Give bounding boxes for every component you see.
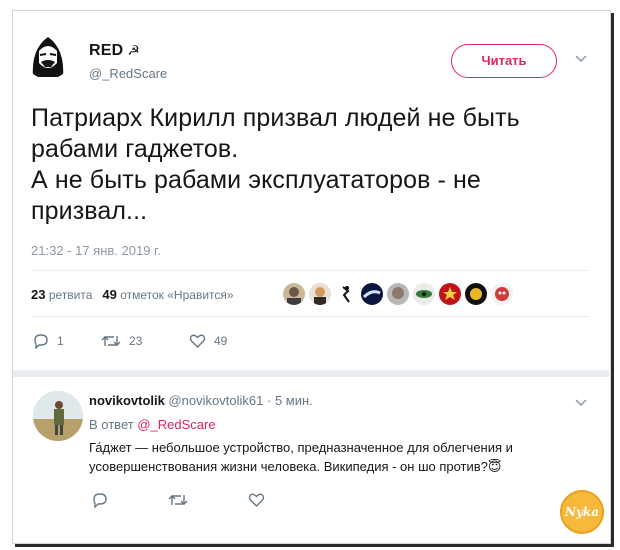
- chevron-down-icon[interactable]: [575, 398, 587, 408]
- author-avatar[interactable]: [23, 29, 73, 79]
- reply-icon: [34, 334, 48, 349]
- reply-count: 1: [57, 334, 64, 348]
- divider: [31, 316, 589, 317]
- reply-author-name[interactable]: novikovtolik: [89, 393, 165, 408]
- liker-avatar[interactable]: [439, 283, 461, 305]
- reply-text-body: Га́джет — небольшое устройство, предназн…: [89, 440, 513, 474]
- liker-avatar[interactable]: [335, 283, 357, 305]
- liker-avatar[interactable]: [491, 283, 513, 305]
- reply-actions: [92, 492, 265, 508]
- liker-avatar[interactable]: [387, 283, 409, 305]
- tweet-actions: 1 23 49: [33, 333, 227, 349]
- follow-button[interactable]: Читать: [451, 44, 557, 78]
- reply-time[interactable]: 5 мин.: [275, 393, 313, 408]
- reply-author-avatar[interactable]: [33, 391, 83, 441]
- likes-label[interactable]: отметок «Нравится»: [120, 288, 233, 302]
- liker-avatar[interactable]: [361, 283, 383, 305]
- reply-author-handle[interactable]: @novikovtolik61: [168, 393, 263, 408]
- smiling-halo-emoji-icon: 😇: [487, 459, 502, 474]
- in-reply-link[interactable]: @_RedScare: [137, 417, 215, 432]
- reply-action[interactable]: 1: [33, 333, 101, 349]
- author-name[interactable]: RED ☭: [89, 42, 140, 60]
- liker-avatar[interactable]: [283, 283, 305, 305]
- retweet-action[interactable]: 23: [101, 333, 189, 349]
- in-reply-to: В ответ @_RedScare: [89, 417, 216, 432]
- liker-avatar[interactable]: [465, 283, 487, 305]
- divider: [31, 270, 589, 271]
- tweet-timestamp[interactable]: 21:32 - 17 янв. 2019 г.: [31, 243, 161, 258]
- watermark-logo: Nyka: [560, 490, 604, 534]
- tweet-stats: 23 ретвита 49 отметок «Нравится»: [31, 287, 234, 302]
- like-action[interactable]: 49: [189, 333, 227, 349]
- liker-avatar[interactable]: [309, 283, 331, 305]
- like-count: 49: [214, 334, 228, 348]
- reply-icon[interactable]: [92, 492, 108, 508]
- retweet-count: 23: [129, 334, 143, 348]
- hammer-sickle-icon: ☭: [127, 42, 141, 58]
- reply-text: Га́джет — небольшое устройство, предназн…: [89, 438, 559, 476]
- tweet-text-line: А не быть рабами эксплуататоров - не при…: [31, 166, 481, 225]
- heart-icon[interactable]: [248, 492, 265, 508]
- heart-icon: [189, 334, 206, 348]
- likes-count[interactable]: 49: [102, 287, 116, 302]
- chevron-down-icon[interactable]: [575, 54, 587, 64]
- tweet-text-line: Патриарх Кирилл призвал людей не быть ра…: [31, 104, 520, 163]
- author-display-name[interactable]: RED: [89, 42, 123, 59]
- section-divider: [13, 370, 609, 377]
- retweet-icon[interactable]: [168, 492, 188, 508]
- tweet-text: Патриарх Кирилл призвал людей не быть ра…: [31, 103, 591, 227]
- author-handle[interactable]: @_RedScare: [89, 66, 167, 81]
- retweet-icon: [101, 336, 121, 346]
- in-reply-prefix: В ответ: [89, 417, 134, 432]
- retweets-label[interactable]: ретвита: [49, 288, 93, 302]
- retweets-count[interactable]: 23: [31, 287, 45, 302]
- reply-header: novikovtolik @novikovtolik61 · 5 мин.: [89, 393, 313, 408]
- liker-avatar[interactable]: [413, 283, 435, 305]
- liker-avatars: [283, 283, 513, 305]
